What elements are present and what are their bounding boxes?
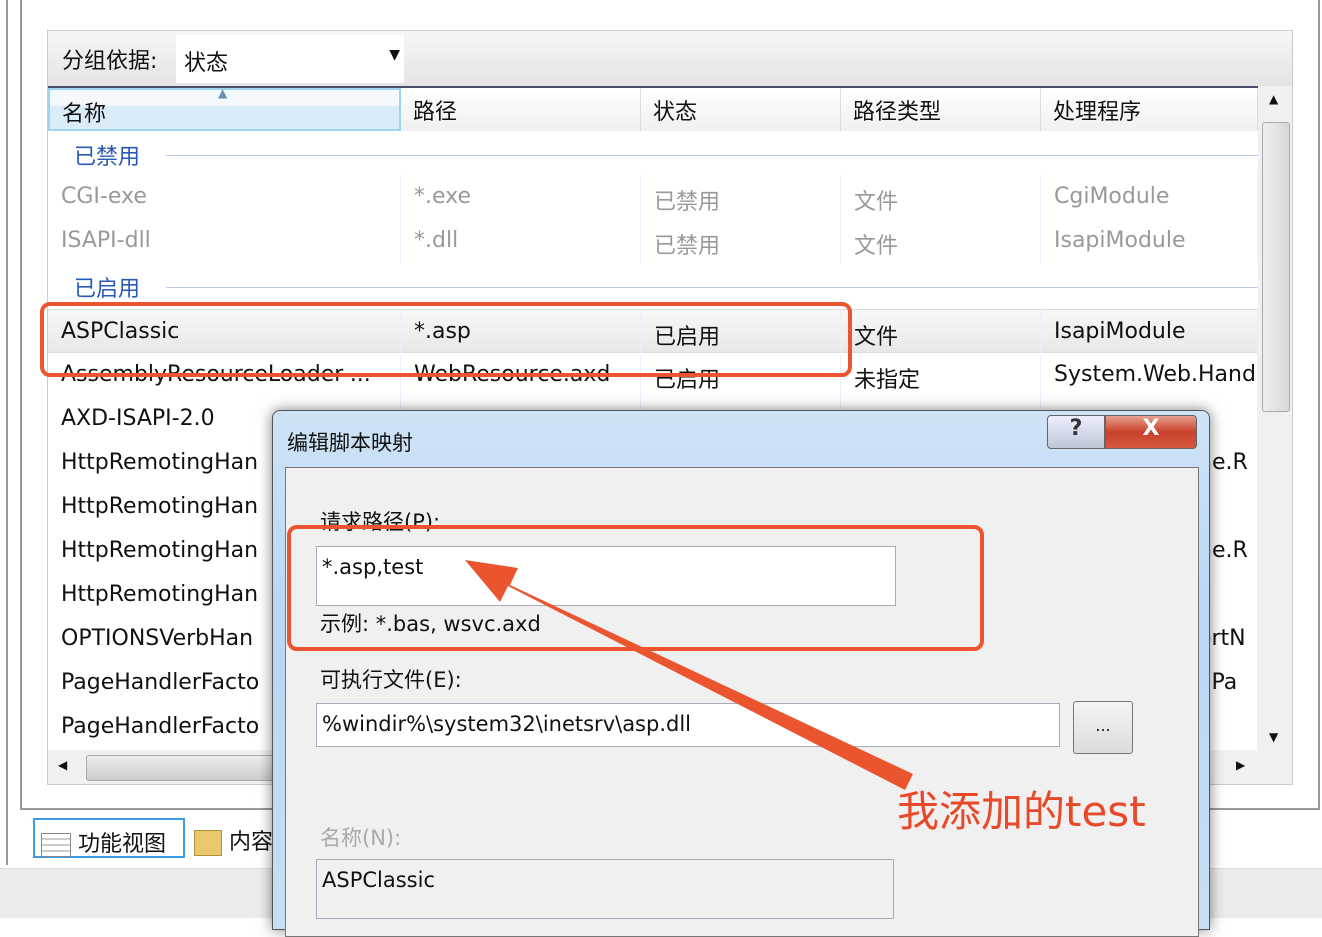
- arrow-shape: [465, 560, 913, 790]
- annotation-text: 我添加的test: [897, 787, 1146, 836]
